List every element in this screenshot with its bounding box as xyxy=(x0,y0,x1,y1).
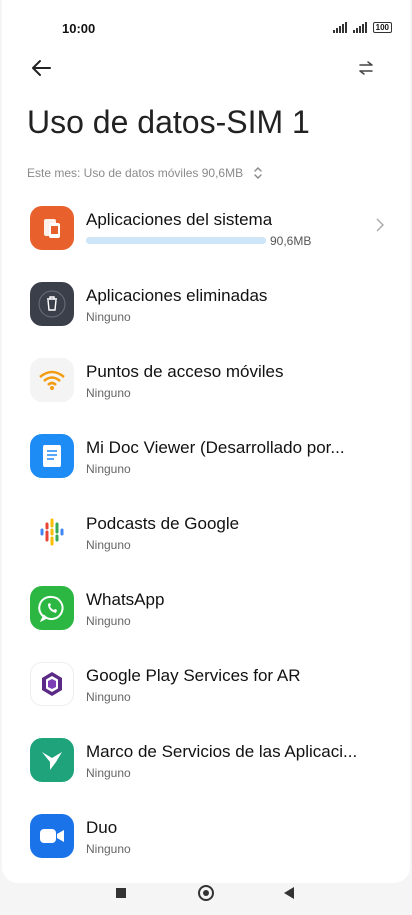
app-name: Puntos de acceso móviles xyxy=(86,362,284,381)
app-name: Marco de Servicios de las Aplicaci... xyxy=(86,742,358,761)
whatsapp-icon xyxy=(30,586,74,630)
wifi-hotspot-icon xyxy=(30,358,74,402)
app-name: Aplicaciones eliminadas xyxy=(86,286,268,305)
usage-bar xyxy=(86,237,266,244)
app-name: WhatsApp xyxy=(86,590,165,609)
app-usage: Ninguno xyxy=(86,310,131,324)
google-podcasts-icon xyxy=(30,510,74,554)
period-label: Este mes: Uso de datos móviles 90,6MB xyxy=(27,166,244,180)
list-item-doc-viewer[interactable]: Mi Doc Viewer (Desarrollado por... Ningu… xyxy=(0,424,412,500)
swap-sim-icon[interactable] xyxy=(358,60,374,76)
app-usage: Ninguno xyxy=(86,386,131,400)
app-name: Podcasts de Google xyxy=(86,514,240,533)
list-item-duo[interactable]: Duo Ninguno xyxy=(0,804,412,880)
list-item-arcore[interactable]: Google Play Services for AR Ninguno xyxy=(0,652,412,728)
status-bar: 10:00 100 xyxy=(0,0,412,58)
battery-icon: 100 xyxy=(372,22,392,33)
navigation-bar xyxy=(0,880,412,915)
chevron-right-icon xyxy=(376,218,384,232)
app-usage-list: Aplicaciones del sistema 90,6MB Aplicaci… xyxy=(0,196,412,880)
app-name: Mi Doc Viewer (Desarrollado por... xyxy=(86,438,345,457)
system-apps-icon xyxy=(30,206,74,250)
trash-icon xyxy=(30,282,74,326)
app-name: Duo xyxy=(86,818,118,837)
status-time: 10:00 xyxy=(62,21,96,36)
home-icon[interactable] xyxy=(198,885,214,901)
app-name: Aplicaciones del sistema xyxy=(86,210,273,229)
duo-video-icon xyxy=(30,814,74,858)
top-bar xyxy=(0,58,412,80)
list-item-whatsapp[interactable]: WhatsApp Ninguno xyxy=(0,576,412,652)
updown-chevron-icon xyxy=(254,167,262,179)
signal-icon-2 xyxy=(352,22,367,33)
app-usage: Ninguno xyxy=(86,690,131,704)
doc-viewer-icon xyxy=(30,434,74,478)
nav-back-icon[interactable] xyxy=(284,887,294,899)
arcore-icon xyxy=(30,662,74,706)
status-icons: 100 xyxy=(332,22,392,33)
app-usage: Ninguno xyxy=(86,462,131,476)
back-arrow-icon[interactable] xyxy=(30,58,52,78)
list-item-hotspot[interactable]: Puntos de acceso móviles Ninguno xyxy=(0,348,412,424)
list-item-deleted-apps[interactable]: Aplicaciones eliminadas Ninguno xyxy=(0,272,412,348)
app-usage: Ninguno xyxy=(86,538,131,552)
usage-value: 90,6MB xyxy=(270,234,312,248)
signal-icon xyxy=(332,22,347,33)
page-title: Uso de datos-SIM 1 xyxy=(27,104,310,140)
app-usage: Ninguno xyxy=(86,766,131,780)
list-item-google-podcasts[interactable]: Podcasts de Google Ninguno xyxy=(0,500,412,576)
app-usage: Ninguno xyxy=(86,842,131,856)
period-selector[interactable]: Este mes: Uso de datos móviles 90,6MB xyxy=(27,166,263,180)
list-item-system-apps[interactable]: Aplicaciones del sistema 90,6MB xyxy=(0,196,412,272)
app-usage: Ninguno xyxy=(86,614,131,628)
hummingbird-icon xyxy=(30,738,74,782)
recents-icon[interactable] xyxy=(116,888,126,898)
app-name: Google Play Services for AR xyxy=(86,666,301,685)
list-item-app-framework[interactable]: Marco de Servicios de las Aplicaci... Ni… xyxy=(0,728,412,804)
